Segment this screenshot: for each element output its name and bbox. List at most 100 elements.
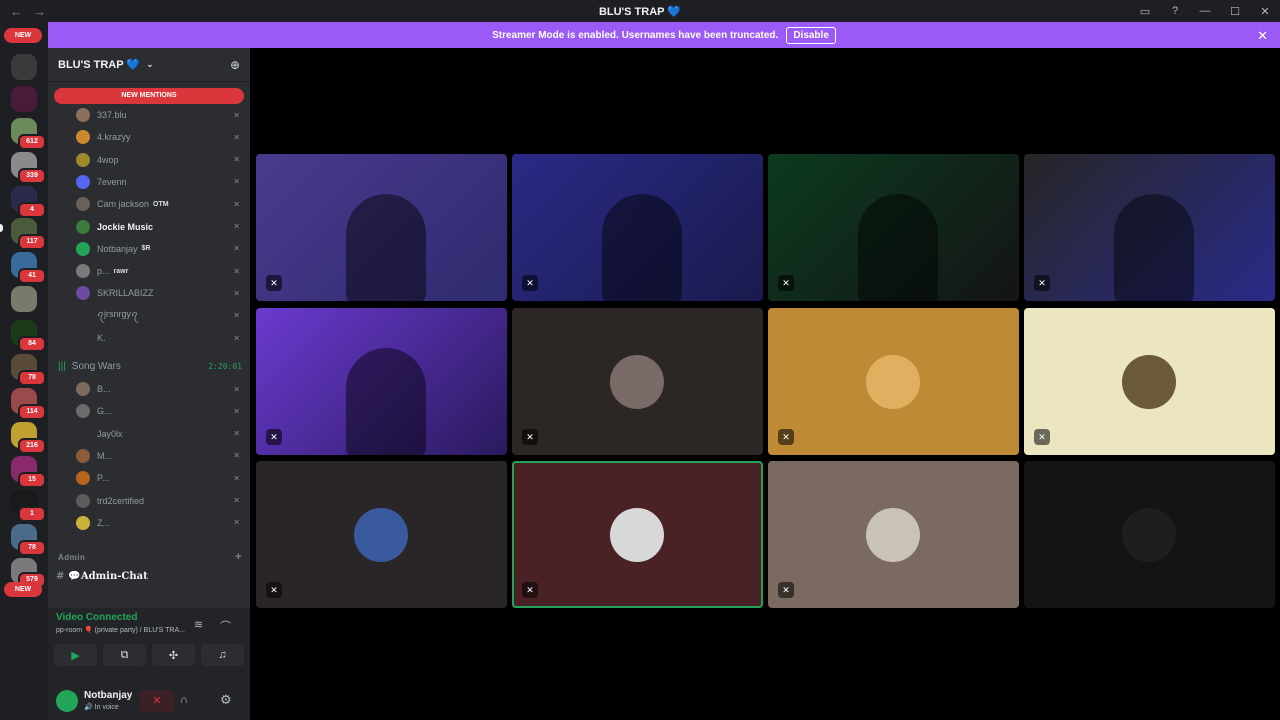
mic-off-icon: ✕ (233, 473, 240, 483)
voice-user-name: Z... (97, 517, 110, 528)
add-user-icon[interactable]: ⊕ (230, 58, 240, 72)
voice-user[interactable]: SKRILLABIZZ ✕ (76, 283, 242, 303)
unread-badge: 15 (18, 472, 46, 488)
participant-tile[interactable] (1024, 461, 1275, 608)
new-mentions-pill[interactable]: NEW MENTIONS (54, 88, 244, 104)
avatar (1122, 355, 1176, 409)
unread-badge: 612 (18, 134, 46, 150)
avatar (76, 382, 90, 396)
avatar (76, 493, 90, 508)
soundboard-button[interactable]: ♫ (201, 644, 244, 666)
avatar (76, 308, 90, 323)
category-admin[interactable]: Admin + (58, 551, 244, 563)
voice-user-name: Notbanjay (97, 243, 138, 254)
participant-tile[interactable]: ✕ (512, 461, 763, 608)
channel-name: Song Wars (71, 360, 121, 372)
add-channel-icon[interactable]: + (235, 551, 242, 563)
unread-badge: 114 (18, 404, 46, 420)
avatar (610, 508, 664, 562)
participant-tile[interactable]: ✕ (768, 308, 1019, 455)
voice-user[interactable]: trd2certified ✕ (76, 491, 242, 511)
noise-suppression-icon[interactable]: ≋ (194, 618, 203, 631)
video-tile[interactable]: ✕ (1024, 154, 1275, 301)
server-icon[interactable] (11, 54, 37, 80)
video-feed (858, 194, 938, 301)
mic-off-icon: ✕ (233, 266, 240, 276)
voice-user-name: Jockie Music (97, 221, 154, 232)
voice-user[interactable]: 337.blu ✕ (76, 105, 242, 125)
participant-tile[interactable]: ✕ (1024, 308, 1275, 455)
voice-user[interactable]: K. ✕ (76, 328, 242, 348)
new-unread-pill[interactable]: NEW (4, 582, 42, 597)
avatar (76, 219, 90, 234)
voice-user-name: Cam jackson (97, 199, 150, 210)
video-tile[interactable]: ✕ (256, 308, 507, 455)
voice-user-name: P... (97, 473, 110, 484)
unread-badge: 1 (18, 506, 46, 522)
voice-user[interactable]: Notbanjay $R ✕ (76, 239, 242, 259)
voice-user-name: 7evenn (97, 176, 127, 187)
mic-off-icon: ✕ (233, 177, 240, 187)
back-arrow-icon[interactable]: ← (10, 4, 23, 19)
server-icon[interactable] (11, 286, 37, 312)
unread-badge: 216 (18, 438, 46, 454)
inbox-icon[interactable]: ▭ (1130, 5, 1160, 18)
disconnect-icon[interactable]: ⌒ (220, 618, 231, 634)
video-feed (1114, 194, 1194, 301)
video-tile[interactable]: ✕ (256, 154, 507, 301)
avatar (354, 508, 408, 562)
user-tag: OTM (153, 200, 169, 208)
server-icon[interactable] (11, 86, 37, 112)
participant-tile[interactable]: ✕ (768, 461, 1019, 608)
camera-button[interactable]: ▶ (54, 644, 97, 666)
mic-off-icon: ✕ (233, 429, 240, 439)
user-tag: rawr (113, 267, 129, 275)
avatar[interactable] (56, 690, 78, 712)
voice-user[interactable]: M... ✕ (76, 446, 242, 466)
gear-icon[interactable]: ⚙ (220, 692, 232, 708)
screen-share-button[interactable]: ⧉ (103, 644, 146, 666)
mic-off-icon: ✕ (1034, 429, 1050, 445)
minimize-button[interactable]: — (1190, 5, 1220, 17)
help-icon[interactable]: ? (1160, 5, 1190, 17)
server-header[interactable]: BLU'S TRAP 💙 ⌄ ⊕ (48, 48, 250, 82)
participant-tile[interactable]: ✕ (512, 308, 763, 455)
mic-off-icon: ✕ (522, 582, 538, 598)
avatar (76, 264, 90, 279)
avatar (76, 241, 90, 256)
voice-user[interactable]: Jay0lx ✕ (76, 424, 242, 444)
voice-user[interactable]: B... ✕ (76, 379, 242, 399)
voice-user[interactable]: G... ✕ (76, 401, 242, 421)
voice-user[interactable]: 4.krazyy ✕ (76, 127, 242, 147)
mute-microphone-icon[interactable]: ✕ (140, 690, 174, 712)
voice-user-name: 4wop (97, 154, 119, 165)
headphone-icon[interactable]: ∩ (180, 694, 188, 706)
voice-user-name: M... (97, 450, 112, 461)
voice-room-name[interactable]: pp-room 🎈 (private party) / BLU'S TRA... (56, 626, 206, 634)
voice-user[interactable]: 7evenn ✕ (76, 172, 242, 192)
maximize-button[interactable]: ☐ (1220, 5, 1250, 18)
avatar (76, 404, 90, 419)
activities-button[interactable]: ✣ (152, 644, 195, 666)
mic-off-icon: ✕ (233, 110, 240, 120)
channel-admin-chat[interactable]: # 💬Admin-Chat (56, 571, 242, 582)
voice-user[interactable]: p... rawr ✕ (76, 261, 242, 281)
voice-user[interactable]: Z... ✕ (76, 513, 242, 533)
new-unread-pill[interactable]: NEW (4, 28, 42, 43)
voice-user[interactable]: 4wop ✕ (76, 150, 242, 170)
voice-user[interactable]: P... ✕ (76, 468, 242, 488)
avatar (76, 130, 90, 145)
video-tile[interactable]: ✕ (512, 154, 763, 301)
voice-user[interactable]: Jockie Music ✕ (76, 217, 242, 237)
disable-button[interactable]: Disable (786, 26, 836, 44)
forward-arrow-icon[interactable]: → (33, 4, 46, 19)
voice-user[interactable]: Cam jackson OTM ✕ (76, 194, 242, 214)
voice-user[interactable]: ꪖjrsnrgyꪖ ✕ (76, 306, 242, 326)
participant-tile[interactable]: ✕ (256, 461, 507, 608)
voice-channel-song-wars[interactable]: ||| Song Wars 2:20:01 (58, 356, 244, 376)
banner-close-icon[interactable]: ✕ (1257, 28, 1268, 44)
username: Notbanjay (84, 690, 133, 701)
close-button[interactable]: ✕ (1250, 5, 1280, 18)
avatar (76, 426, 90, 441)
video-tile[interactable]: ✕ (768, 154, 1019, 301)
